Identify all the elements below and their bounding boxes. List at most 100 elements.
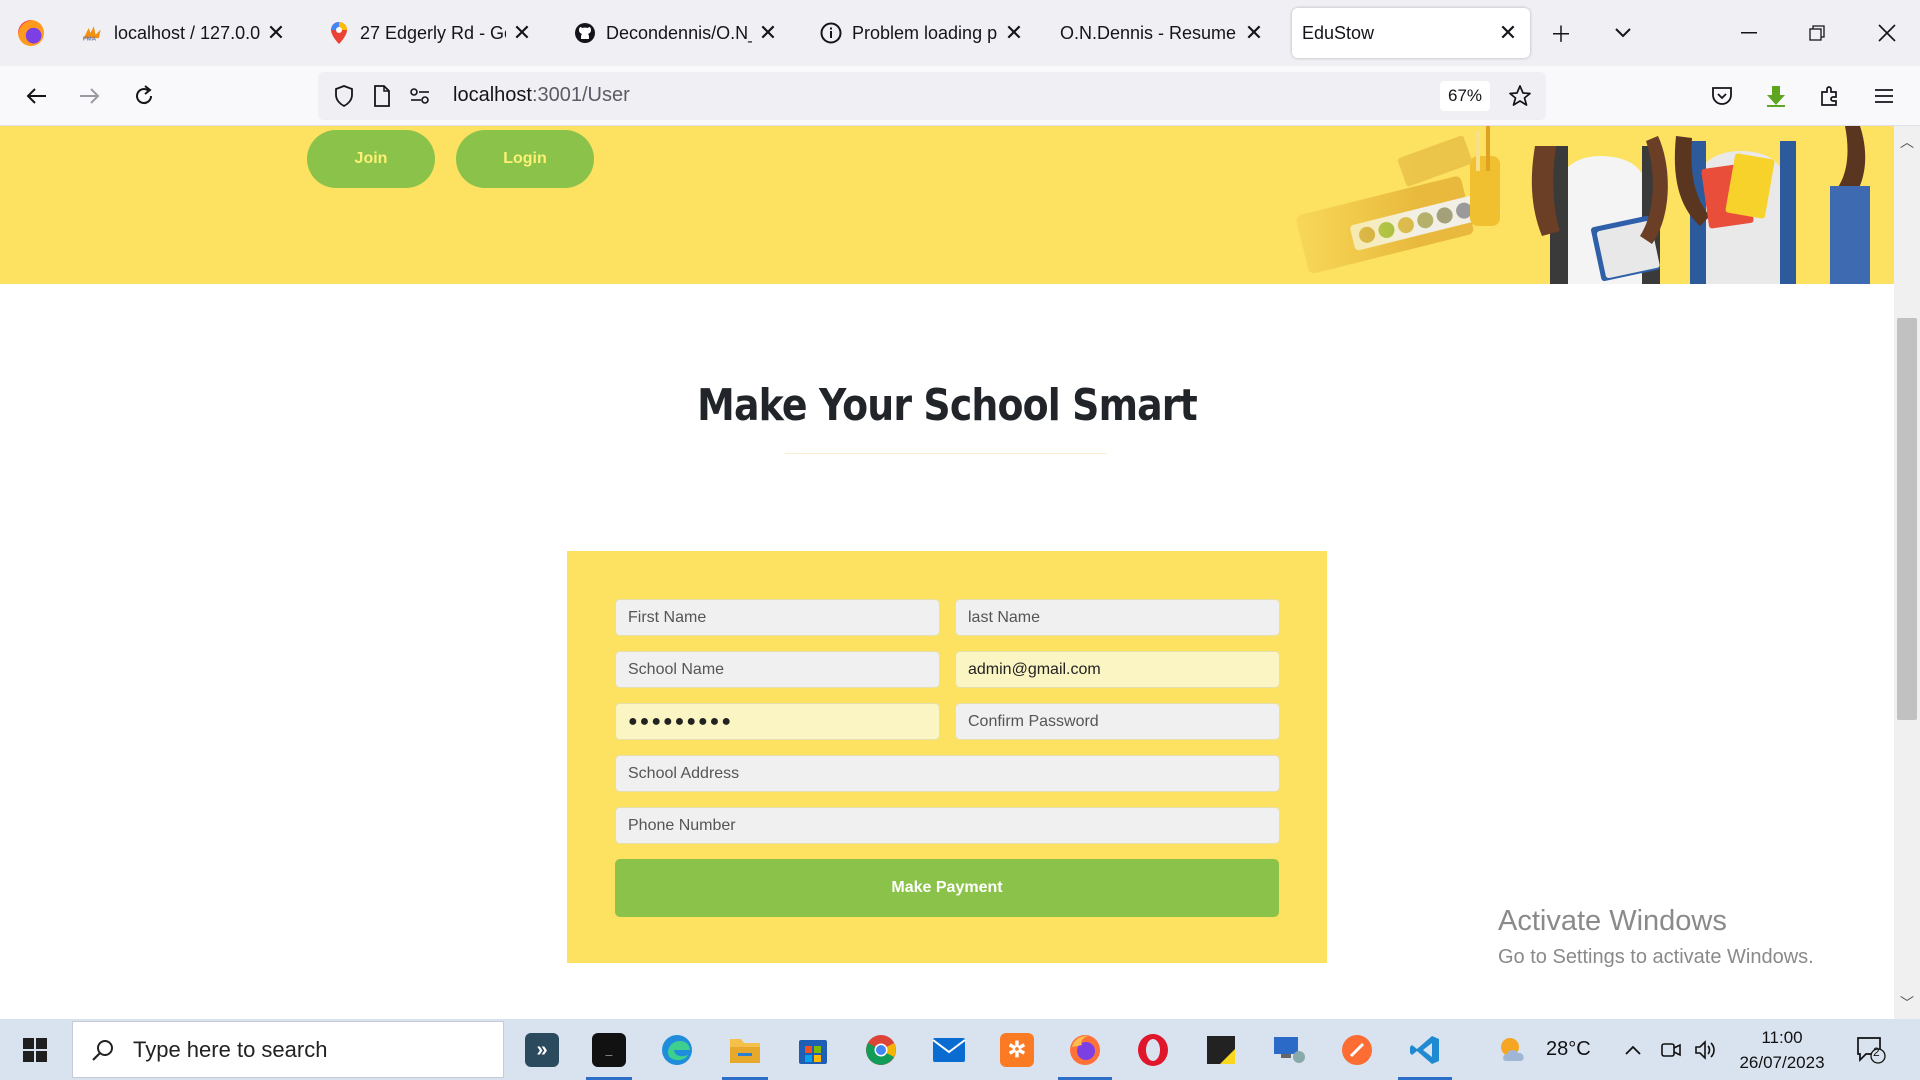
tab-label: localhost / 127.0.0.1 [114, 22, 260, 43]
maps-pin-icon [328, 22, 350, 44]
vscode-app-icon[interactable] [1402, 1027, 1448, 1073]
new-tab-icon[interactable]: ＋ [1538, 10, 1584, 56]
make-payment-button[interactable]: Make Payment [615, 859, 1279, 917]
watermark-subtitle: Go to Settings to activate Windows. [1498, 946, 1814, 968]
volume-icon[interactable] [1694, 1019, 1718, 1080]
registration-form: First Name last Name School Name admin@g… [567, 551, 1327, 963]
page-title: Make Your School Smart [697, 380, 1198, 431]
url-host: localhost [453, 84, 532, 106]
join-button[interactable]: Join [307, 130, 435, 188]
school-address-field[interactable]: School Address [615, 755, 1280, 792]
watermark-title: Activate Windows [1498, 905, 1727, 937]
confirm-password-field[interactable]: Confirm Password [955, 703, 1280, 740]
meet-now-icon[interactable] [1660, 1019, 1682, 1080]
activate-windows-watermark: Activate Windows Go to Settings to activ… [1498, 905, 1814, 969]
tab-resume[interactable]: O.N.Dennis - Resume ✕ [1050, 8, 1276, 58]
last-name-field[interactable]: last Name [955, 599, 1280, 636]
tab-label: 27 Edgerly Rd - Goo [360, 22, 506, 43]
page-content: Join Login Make Your School Smart First … [0, 126, 1894, 1019]
sublime-text-app-icon[interactable] [1334, 1027, 1380, 1073]
scroll-down-arrow-icon[interactable]: ﹀ [1894, 991, 1920, 1015]
windows-taskbar: Type here to search » _ ✲ 28°C 11:00 26/… [0, 1019, 1920, 1080]
firefox-app-icon[interactable] [1062, 1027, 1108, 1073]
edge-app-icon[interactable] [654, 1027, 700, 1073]
extensions-icon[interactable] [1808, 74, 1852, 118]
tab-problem-loading[interactable]: Problem loading pa ✕ [810, 8, 1036, 58]
svg-text:PMA: PMA [83, 37, 97, 43]
hero-banner: Join Login [0, 126, 1894, 284]
restore-icon[interactable] [1794, 10, 1840, 56]
tab-maps[interactable]: 27 Edgerly Rd - Goo ✕ [318, 8, 544, 58]
school-name-field[interactable]: School Name [615, 651, 940, 688]
url-text[interactable]: localhost:3001/User [453, 84, 630, 107]
login-button[interactable]: Login [456, 130, 594, 188]
windows-start-icon[interactable] [12, 1029, 58, 1071]
tab-label: EduStow [1302, 22, 1375, 43]
url-path: :3001/User [531, 84, 630, 106]
page-scrollbar[interactable]: ︿ ﹀ [1894, 126, 1920, 1019]
close-tab-icon[interactable]: ✕ [1242, 20, 1266, 45]
scrollbar-thumb[interactable] [1897, 318, 1917, 720]
zoom-level-button[interactable]: 67% [1440, 81, 1490, 111]
search-placeholder: Type here to search [133, 1036, 328, 1062]
firefox-menu-icon[interactable] [0, 0, 62, 66]
close-tab-icon[interactable]: ✕ [756, 20, 780, 45]
tracking-shield-icon[interactable] [332, 84, 356, 108]
scroll-up-arrow-icon[interactable]: ︿ [1894, 130, 1920, 154]
bookmark-star-icon[interactable] [1508, 84, 1532, 108]
close-tab-icon[interactable]: ✕ [264, 20, 288, 45]
powershell-app-icon[interactable]: » [519, 1027, 565, 1073]
chrome-app-icon[interactable] [858, 1027, 904, 1073]
close-tab-icon[interactable]: ✕ [1002, 20, 1026, 45]
address-bar[interactable]: localhost:3001/User 67% [318, 72, 1546, 120]
clock-date: 26/07/2023 [1739, 1053, 1825, 1072]
microsoft-store-app-icon[interactable] [790, 1027, 836, 1073]
tab-edustow[interactable]: EduStow ✕ [1292, 8, 1530, 58]
tab-label: Decondennis/O.N_D [606, 22, 752, 43]
notification-center-icon[interactable]: 2 [1856, 1019, 1886, 1080]
remote-desktop-app-icon[interactable] [1266, 1027, 1312, 1073]
notification-count: 2 [1873, 1045, 1880, 1059]
email-field[interactable]: admin@gmail.com [955, 651, 1280, 688]
download-icon[interactable] [1754, 74, 1798, 118]
pocket-icon[interactable] [1700, 74, 1744, 118]
minimize-icon[interactable] [1726, 10, 1772, 56]
show-hidden-icons-icon[interactable] [1624, 1019, 1642, 1080]
taskbar-search-box[interactable]: Type here to search [72, 1021, 504, 1078]
terminal-app-icon[interactable]: _ [586, 1027, 632, 1073]
page-info-icon[interactable] [370, 84, 394, 108]
first-name-field[interactable]: First Name [615, 599, 940, 636]
close-tab-icon[interactable]: ✕ [1496, 20, 1520, 45]
list-all-tabs-icon[interactable] [1600, 10, 1646, 56]
file-explorer-app-icon[interactable] [722, 1027, 768, 1073]
phone-number-field[interactable]: Phone Number [615, 807, 1280, 844]
opera-app-icon[interactable] [1130, 1027, 1176, 1073]
back-arrow-icon[interactable] [14, 74, 58, 118]
github-icon [574, 22, 596, 44]
browser-tab-bar: PMA localhost / 127.0.0.1 ✕ 27 Edgerly R… [0, 0, 1920, 66]
password-field[interactable]: ●●●●●●●●● [615, 703, 940, 740]
tab-label: O.N.Dennis - Resume [1060, 22, 1237, 43]
close-tab-icon[interactable]: ✕ [510, 20, 534, 45]
weather-widget[interactable]: 28°C [1496, 1019, 1591, 1080]
tab-phpmyadmin[interactable]: PMA localhost / 127.0.0.1 ✕ [72, 8, 298, 58]
browser-nav-bar: localhost:3001/User 67% [0, 66, 1920, 126]
search-icon [73, 1038, 133, 1062]
permissions-icon[interactable] [408, 84, 432, 108]
forward-arrow-icon[interactable] [68, 74, 112, 118]
close-window-icon[interactable] [1864, 10, 1910, 56]
xampp-app-icon[interactable]: ✲ [994, 1027, 1040, 1073]
tab-label: Problem loading pa [852, 22, 998, 43]
system-clock[interactable]: 11:00 26/07/2023 [1722, 1025, 1842, 1075]
mail-app-icon[interactable] [926, 1027, 972, 1073]
sticky-notes-app-icon[interactable] [1198, 1027, 1244, 1073]
tab-github[interactable]: Decondennis/O.N_D ✕ [564, 8, 790, 58]
clock-time: 11:00 [1761, 1028, 1803, 1047]
phpmyadmin-icon: PMA [82, 22, 104, 44]
weather-temperature: 28°C [1546, 1038, 1591, 1060]
hamburger-menu-icon[interactable] [1862, 74, 1906, 118]
title-underline [785, 453, 1107, 454]
students-hero-image [1260, 126, 1894, 284]
reload-icon[interactable] [122, 74, 166, 118]
info-icon [820, 22, 842, 44]
